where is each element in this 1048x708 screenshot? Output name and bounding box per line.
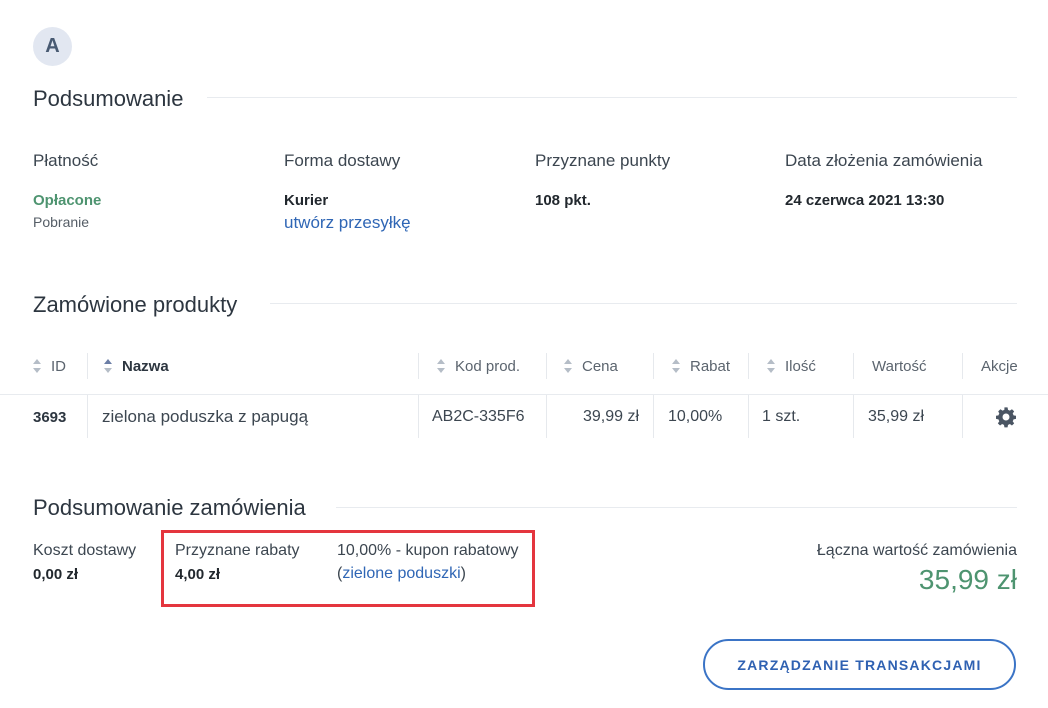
products-divider bbox=[270, 303, 1017, 304]
column-separator bbox=[418, 395, 419, 438]
column-header-value: Wartość bbox=[872, 357, 926, 375]
order-summary-title: Podsumowanie zamówienia bbox=[33, 495, 306, 520]
column-separator bbox=[853, 395, 854, 438]
column-separator bbox=[653, 353, 654, 379]
shipping-cost-label: Koszt dostawy bbox=[33, 542, 137, 559]
column-header-price[interactable]: Cena bbox=[564, 357, 618, 375]
payment-label: Płatność bbox=[33, 151, 99, 170]
column-header-discount[interactable]: Rabat bbox=[672, 357, 730, 375]
column-separator bbox=[87, 353, 88, 379]
column-header-label: Kod prod. bbox=[455, 357, 521, 375]
coupon-link[interactable]: zielone poduszki bbox=[342, 565, 460, 582]
discounts-value: 4,00 zł bbox=[175, 566, 221, 583]
column-header-label: Wartość bbox=[872, 357, 927, 375]
column-header-quantity[interactable]: Ilość bbox=[767, 357, 816, 375]
sort-icon[interactable] bbox=[672, 358, 681, 374]
column-header-label: ID bbox=[51, 357, 66, 375]
column-header-label: Nazwa bbox=[122, 357, 169, 375]
manage-transactions-button[interactable]: ZARZĄDZANIE TRANSAKCJAMI bbox=[703, 639, 1016, 690]
order-total-label: Łączna wartość zamówienia bbox=[816, 542, 1017, 559]
delivery-label: Forma dostawy bbox=[284, 151, 401, 170]
order-date-value: 24 czerwca 2021 13:30 bbox=[785, 192, 945, 209]
discounts-label: Przyznane rabaty bbox=[175, 542, 300, 559]
points-value: 108 pkt. bbox=[535, 192, 591, 209]
column-header-label: Akcje bbox=[981, 357, 1018, 375]
column-separator bbox=[748, 353, 749, 379]
column-separator bbox=[962, 353, 963, 379]
column-header-id[interactable]: ID bbox=[33, 357, 66, 375]
sort-icon[interactable] bbox=[33, 358, 42, 374]
column-header-name[interactable]: Nazwa bbox=[104, 357, 169, 375]
column-header-code[interactable]: Kod prod. bbox=[437, 357, 520, 375]
column-separator bbox=[962, 395, 963, 438]
points-label: Przyznane punkty bbox=[535, 151, 671, 170]
create-shipment-link[interactable]: utwórz przesyłkę bbox=[284, 213, 411, 233]
summary-title: Podsumowanie bbox=[33, 86, 184, 111]
order-date-label: Data złożenia zamówienia bbox=[785, 151, 983, 170]
column-separator bbox=[748, 395, 749, 438]
product-name-link[interactable]: zielona poduszka z papugą bbox=[102, 407, 308, 427]
column-header-label: Ilość bbox=[785, 357, 816, 375]
order-total-value: 35,99 zł bbox=[918, 564, 1017, 595]
payment-status: Opłacone bbox=[33, 192, 102, 209]
product-price: 39,99 zł bbox=[582, 408, 639, 425]
product-discount: 10,00% bbox=[668, 408, 723, 425]
column-header-actions: Akcje bbox=[981, 357, 1018, 375]
order-summary-divider bbox=[336, 507, 1017, 508]
summary-divider bbox=[207, 97, 1017, 98]
products-title: Zamówione produkty bbox=[33, 292, 238, 317]
gear-icon[interactable] bbox=[995, 406, 1017, 428]
sort-icon[interactable] bbox=[104, 358, 113, 374]
column-separator bbox=[853, 353, 854, 379]
column-separator bbox=[653, 395, 654, 438]
shipping-cost-value: 0,00 zł bbox=[33, 566, 79, 583]
column-separator bbox=[546, 395, 547, 438]
column-separator bbox=[87, 395, 88, 438]
product-value: 35,99 zł bbox=[868, 408, 925, 425]
avatar: A bbox=[33, 27, 72, 66]
product-quantity: 1 szt. bbox=[762, 408, 801, 425]
column-separator bbox=[418, 353, 419, 379]
sort-icon[interactable] bbox=[437, 358, 446, 374]
column-separator bbox=[546, 353, 547, 379]
sort-icon[interactable] bbox=[564, 358, 573, 374]
coupon-paren: ) bbox=[460, 565, 466, 582]
payment-method: Pobranie bbox=[33, 214, 90, 230]
column-header-label: Cena bbox=[582, 357, 618, 375]
coupon-name: (zielone poduszki) bbox=[337, 565, 466, 583]
product-code: AB2C-335F6 bbox=[432, 408, 525, 425]
column-header-label: Rabat bbox=[690, 357, 731, 375]
coupon-description: 10,00% - kupon rabatowy bbox=[337, 542, 519, 559]
delivery-value: Kurier bbox=[284, 192, 329, 209]
sort-icon[interactable] bbox=[767, 358, 776, 374]
product-id: 3693 bbox=[33, 409, 67, 426]
